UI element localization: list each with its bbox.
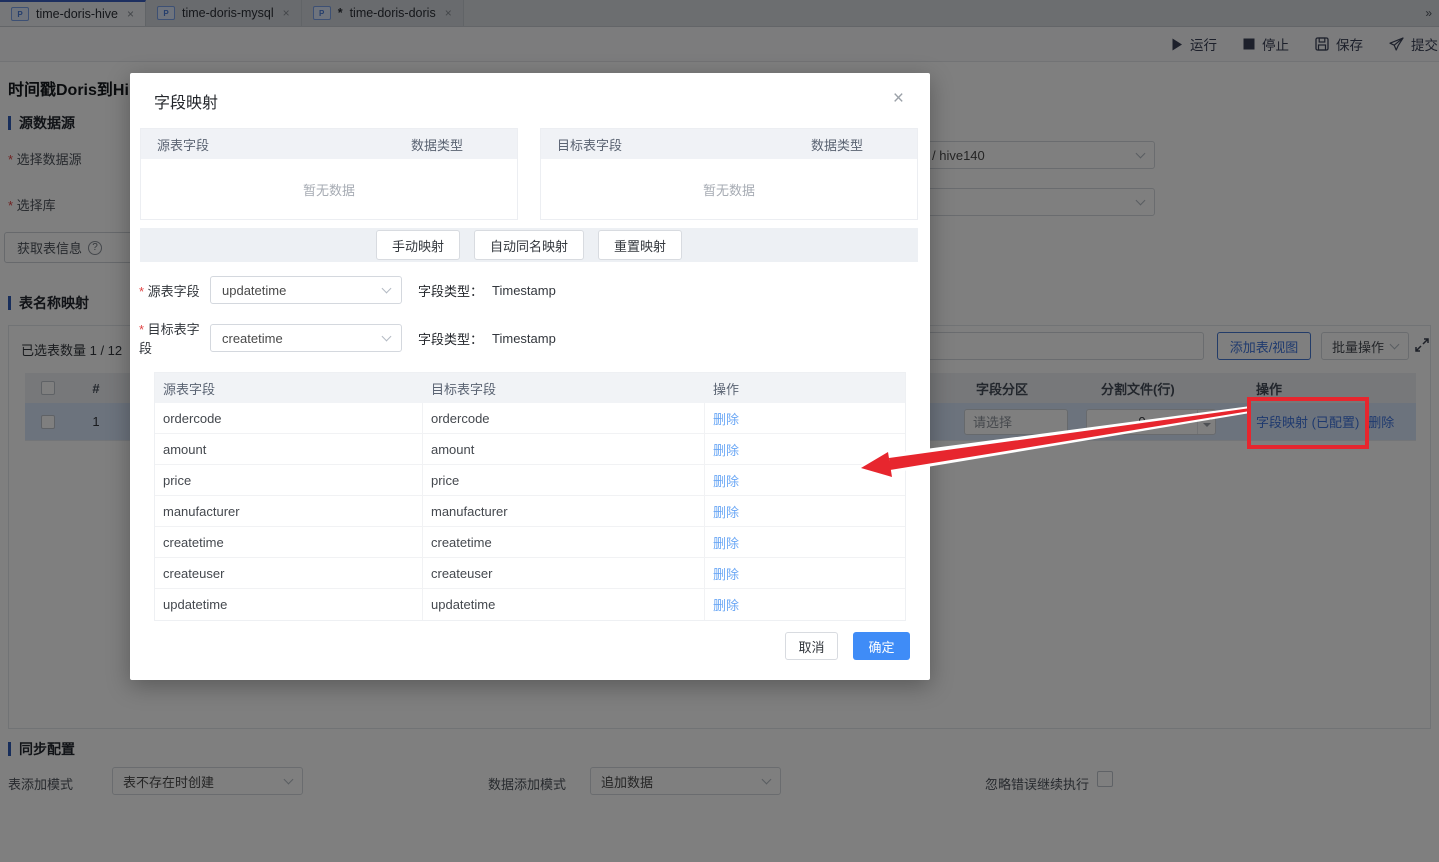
target-field-cell: price	[423, 465, 705, 495]
source-field-cell: manufacturer	[155, 496, 423, 526]
chevron-down-icon	[381, 331, 392, 341]
empty-state-text: 暂无数据	[541, 159, 917, 219]
delete-mapping-link[interactable]: 删除	[713, 505, 739, 520]
source-field-cell: createtime	[155, 527, 423, 557]
mapping-mode-buttonbar: 手动映射 自动同名映射 重置映射	[140, 228, 918, 262]
source-column-header: 源表字段	[163, 381, 216, 397]
target-field-cell: updatetime	[423, 589, 705, 620]
mapping-row: createtime createtime 删除	[155, 527, 905, 558]
reset-mapping-button[interactable]: 重置映射	[598, 230, 683, 260]
target-column-header: 目标表字段	[431, 381, 497, 397]
source-fields-preview-table: 源表字段 数据类型 暂无数据	[140, 128, 518, 220]
source-field-cell: createuser	[155, 558, 423, 588]
confirm-button[interactable]: 确定	[853, 632, 910, 660]
target-field-label: 目标表字段	[139, 319, 210, 357]
data-type-column-header: 数据类型	[811, 137, 864, 153]
target-field-value: createtime	[222, 330, 283, 346]
data-type-column-header: 数据类型	[411, 137, 464, 153]
target-field-column-header: 目标表字段	[557, 137, 623, 153]
target-field-select[interactable]: createtime	[210, 324, 402, 352]
target-field-type-value: Timestamp	[492, 330, 556, 346]
mapping-row: createuser createuser 删除	[155, 558, 905, 589]
action-column-header: 操作	[713, 381, 740, 397]
field-type-label: 字段类型：	[418, 331, 484, 347]
mapping-row: ordercode ordercode 删除	[155, 403, 905, 434]
delete-mapping-link[interactable]: 删除	[713, 567, 739, 582]
target-fields-preview-table: 目标表字段 数据类型 暂无数据	[540, 128, 918, 220]
source-field-select[interactable]: updatetime	[210, 276, 402, 304]
delete-mapping-link[interactable]: 删除	[713, 443, 739, 458]
source-field-cell: amount	[155, 434, 423, 464]
field-type-label: 字段类型：	[418, 283, 484, 299]
empty-state-text: 暂无数据	[141, 159, 517, 219]
source-field-column-header: 源表字段	[157, 137, 210, 153]
mapping-table-header: 源表字段 目标表字段 操作	[155, 373, 905, 403]
target-field-cell: manufacturer	[423, 496, 705, 526]
modal-title: 字段映射	[154, 95, 219, 112]
close-icon[interactable]: ×	[893, 89, 904, 108]
delete-mapping-link[interactable]: 删除	[713, 474, 739, 489]
target-field-cell: createuser	[423, 558, 705, 588]
source-field-cell: ordercode	[155, 403, 423, 433]
mapping-row: amount amount 删除	[155, 434, 905, 465]
field-mapping-table: 源表字段 目标表字段 操作 ordercode ordercode 删除 amo…	[154, 372, 906, 621]
delete-mapping-link[interactable]: 删除	[713, 412, 739, 427]
delete-mapping-link[interactable]: 删除	[713, 536, 739, 551]
manual-mapping-button[interactable]: 手动映射	[375, 230, 460, 260]
mapping-row: manufacturer manufacturer 删除	[155, 496, 905, 527]
source-field-cell: updatetime	[155, 589, 423, 620]
source-field-type-value: Timestamp	[492, 282, 556, 298]
auto-same-name-mapping-button[interactable]: 自动同名映射	[473, 230, 584, 260]
target-field-cell: ordercode	[423, 403, 705, 433]
cancel-button[interactable]: 取消	[785, 632, 838, 660]
field-mapping-modal: 字段映射 × 源表字段 数据类型 暂无数据 目标表字段 数据类型 暂无数据 手动…	[130, 73, 930, 680]
mapping-row: updatetime updatetime 删除	[155, 589, 905, 620]
target-field-cell: createtime	[423, 527, 705, 557]
chevron-down-icon	[381, 283, 392, 293]
mapping-row: price price 删除	[155, 465, 905, 496]
source-field-value: updatetime	[222, 282, 287, 298]
source-field-cell: price	[155, 465, 423, 495]
target-field-cell: amount	[423, 434, 705, 464]
delete-mapping-link[interactable]: 删除	[713, 598, 739, 613]
source-field-label: 源表字段	[139, 281, 210, 300]
